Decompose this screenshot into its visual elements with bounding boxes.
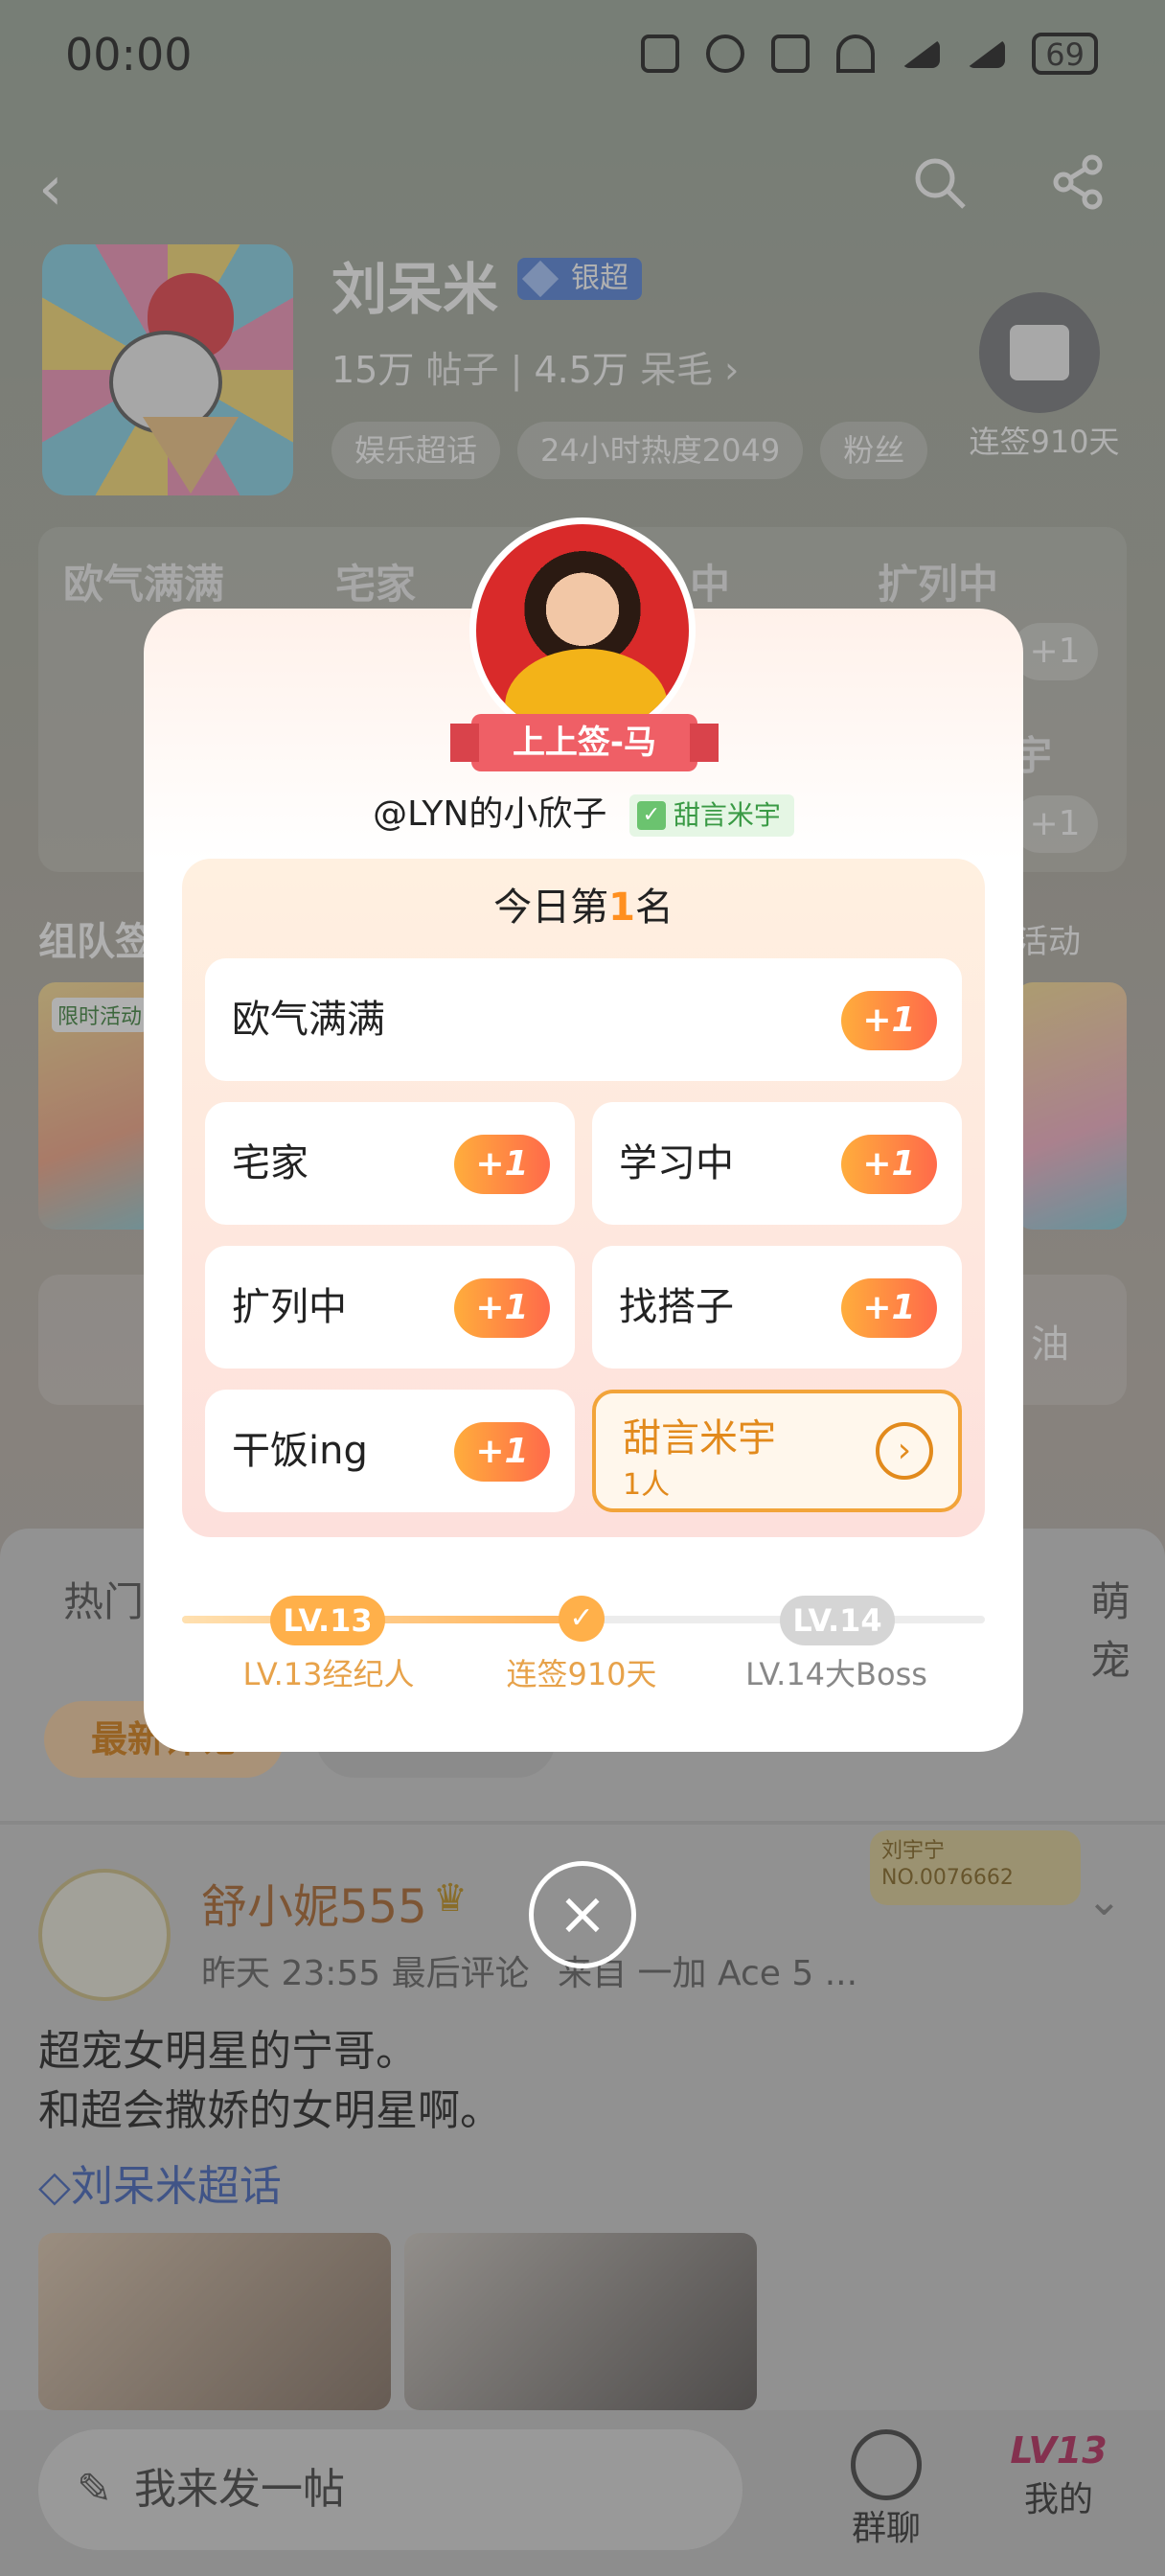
checkin-item-label: 欧气满满 <box>232 998 385 1042</box>
fortune-ribbon: 上上签-马 <box>450 714 719 771</box>
checkin-item[interactable]: 扩列中 +1 <box>205 1246 575 1368</box>
plus-one-button[interactable]: +1 <box>841 991 937 1050</box>
next-level-pill: LV.14 <box>780 1596 895 1645</box>
user-tag-label: 甜言米宇 <box>673 799 781 831</box>
check-icon: ✓ <box>636 801 666 830</box>
rank-prefix: 今日第 <box>493 886 609 930</box>
modal-user-line: @LYN的小欣子 ✓ 甜言米宇 <box>144 786 1023 837</box>
checkin-item[interactable]: 找搭子 +1 <box>592 1246 962 1368</box>
chevron-right-icon[interactable]: › <box>876 1422 933 1480</box>
current-level-label: LV.13经纪人 <box>242 1656 415 1692</box>
rank-number: 1 <box>608 886 635 930</box>
modal-user-avatar <box>469 518 696 744</box>
checkin-item[interactable]: 干饭ing +1 <box>205 1390 575 1512</box>
checkin-item-label: 干饭ing <box>232 1429 368 1473</box>
streak-label: 连签910天 <box>506 1656 657 1692</box>
next-level-label: LV.14大Boss <box>745 1656 927 1692</box>
special-checkin-item[interactable]: 甜言米宇 1人 › <box>592 1390 962 1512</box>
checkin-item-label: 宅家 <box>232 1141 308 1185</box>
checkin-item-label: 学习中 <box>619 1141 734 1185</box>
modal-username: @LYN的小欣子 <box>373 794 607 834</box>
plus-one-button[interactable]: +1 <box>454 1422 550 1482</box>
special-item-count: 1人 <box>623 1468 671 1502</box>
current-level-pill: LV.13 <box>270 1596 385 1645</box>
rank-suffix: 名 <box>634 886 674 930</box>
checkin-item[interactable]: 宅家 +1 <box>205 1102 575 1225</box>
checkin-item[interactable]: 学习中 +1 <box>592 1102 962 1225</box>
checkin-item[interactable]: 欧气满满 +1 <box>205 958 962 1081</box>
plus-one-button[interactable]: +1 <box>454 1278 550 1338</box>
rank-title: 今日第1名 <box>182 876 985 932</box>
special-item-label: 甜言米宇 <box>623 1416 776 1460</box>
checkin-item-label: 扩列中 <box>232 1285 347 1329</box>
plus-one-button[interactable]: +1 <box>454 1135 550 1194</box>
checkin-item-label: 找搭子 <box>619 1285 734 1329</box>
plus-one-button[interactable]: +1 <box>841 1135 937 1194</box>
user-tag: ✓ 甜言米宇 <box>628 794 794 837</box>
close-modal-button[interactable]: × <box>529 1861 636 1968</box>
check-icon: ✓ <box>559 1596 605 1642</box>
plus-one-button[interactable]: +1 <box>841 1278 937 1338</box>
